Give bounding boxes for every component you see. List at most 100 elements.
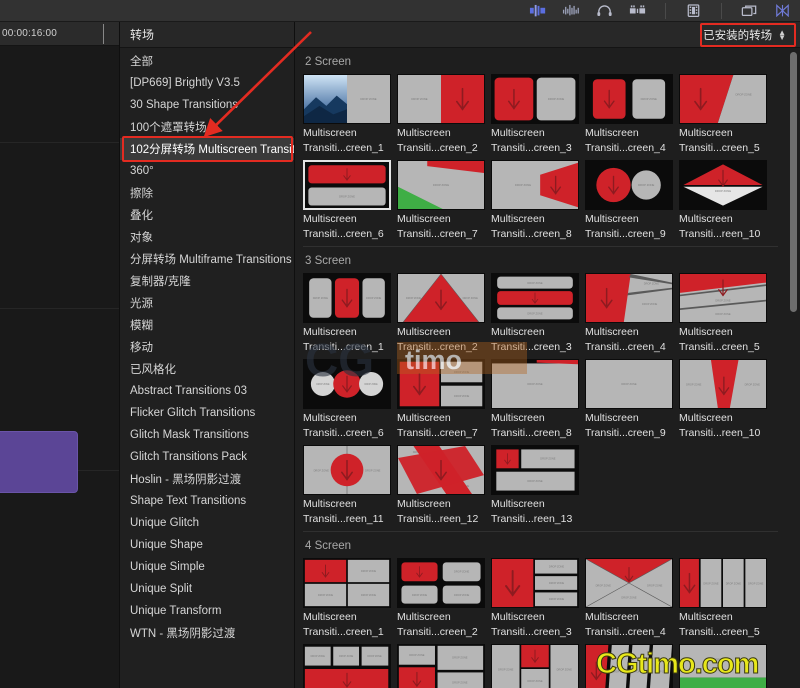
sidebar-item[interactable]: 全部	[120, 50, 294, 72]
transition-item[interactable]: DROP ZONE DROP ZONE Multiscreen Transiti...…	[491, 445, 579, 525]
transition-thumbnail[interactable]: DROP ZONE DROP ZONE DROP ZONE	[585, 644, 673, 688]
sidebar-item[interactable]: WTN - 黑场阴影过渡	[120, 622, 294, 644]
transition-item[interactable]: DROP ZONE DROP ZONEDROP ZONEMultiscreenT…	[397, 644, 485, 688]
transition-thumbnail[interactable]: DROP ZONE	[491, 359, 579, 409]
installed-transitions-dropdown[interactable]: 已安装的转场 ▲ ▼	[695, 25, 790, 45]
sidebar-item[interactable]: Flicker Glitch Transitions	[120, 402, 294, 424]
transition-item[interactable]: DROP ZONE Multiscreen Transiti...creen_2	[397, 74, 485, 154]
transition-item[interactable]: DROP ZONE DROP ZONE Multiscreen Transiti...…	[397, 359, 485, 439]
sidebar-item[interactable]: Shape Text Transitions	[120, 490, 294, 512]
sidebar-item[interactable]: 光源	[120, 292, 294, 314]
audio-waveform-icon[interactable]	[562, 3, 581, 19]
transition-thumbnail[interactable]: DROP ZONE DROP ZONE DROP ZONE	[397, 558, 485, 608]
transition-thumbnail[interactable]: DROP ZONE	[679, 644, 767, 688]
audio-meters-icon[interactable]	[529, 3, 548, 19]
transition-thumbnail[interactable]: DROP ZONE DROP ZONE	[303, 359, 391, 409]
sidebar-item[interactable]: Unique Simple	[120, 556, 294, 578]
sidebar-item[interactable]: 360°	[120, 160, 294, 182]
transition-thumbnail[interactable]: DROP ZONE	[679, 74, 767, 124]
transition-thumbnail[interactable]: DROP ZONE DROP ZONE	[303, 273, 391, 323]
scrollbar-thumb[interactable]	[790, 52, 797, 312]
sidebar-item[interactable]: Glitch Transitions Pack	[120, 446, 294, 468]
sidebar-item[interactable]: Unique Shape	[120, 534, 294, 556]
transition-item[interactable]: DROP ZONEDROP ZONEDROP ZONEMultiscreenTr…	[303, 558, 391, 638]
transition-item[interactable]: DROP ZONE Multiscreen Transiti...creen_5	[679, 74, 767, 154]
transition-thumbnail[interactable]: DROP ZONE	[397, 160, 485, 210]
sidebar-item[interactable]: 复制器/克隆	[120, 270, 294, 292]
transition-item[interactable]: DROP ZONE Multiscreen Transiti...reen_10	[679, 160, 767, 240]
sidebar-item[interactable]: Glitch Mask Transitions	[120, 424, 294, 446]
transition-item[interactable]: DROP ZONE DROP ZONE Multiscreen Transiti..…	[303, 273, 391, 353]
transition-thumbnail[interactable]: DROP ZONEDROP ZONE	[397, 273, 485, 323]
transition-thumbnail[interactable]: DROP ZONE	[491, 74, 579, 124]
transition-item[interactable]: DROP ZONE Multiscreen Transiti...creen_6	[303, 160, 391, 240]
transition-thumbnail[interactable]: DROP ZONE DROP ZONE DROP ZONE	[679, 558, 767, 608]
transition-item[interactable]: DROP ZONEDROP ZONEDROP ZONEMultiscreenTr…	[585, 644, 673, 688]
filmstrip-icon[interactable]	[684, 3, 703, 19]
transition-item[interactable]: DROP ZONE DROP ZONEDROP ZONEMultiscreenT…	[491, 644, 579, 688]
sidebar-item[interactable]: 移动	[120, 336, 294, 358]
transition-item[interactable]: DROP ZONEDROP ZONEDROP ZONE MultiscreenT…	[585, 558, 673, 638]
transition-item[interactable]: DROP ZONEDROP ZONEDROP ZONEMultiscreenTr…	[397, 558, 485, 638]
transition-thumbnail[interactable]: DROP ZONE DROP ZONE	[491, 273, 579, 323]
sidebar-item[interactable]: Unique Split	[120, 578, 294, 600]
transition-item[interactable]: DROP ZONE DROP ZONE Multiscreen Transiti..…	[491, 273, 579, 353]
transition-thumbnail[interactable]: DROP ZONEDROP ZONE	[585, 273, 673, 323]
transition-thumbnail[interactable]: DROP ZONE	[303, 160, 391, 210]
transition-item[interactable]: DROP ZONEDROP ZONE MultiscreenTransiti..…	[585, 273, 673, 353]
transition-item[interactable]: DROP ZONEDROP ZONE MultiscreenTransiti..…	[397, 273, 485, 353]
transition-item[interactable]: DROP ZONE Multiscreen Transiti...creen_8	[491, 359, 579, 439]
browser-scrollbar[interactable]	[790, 52, 797, 662]
transition-item[interactable]: DROP ZONE Multiscreen Transiti...creen_9	[585, 359, 673, 439]
headphones-icon[interactable]	[595, 3, 614, 19]
sidebar-item[interactable]: 对象	[120, 226, 294, 248]
transition-thumbnail[interactable]: DROP ZONE	[585, 74, 673, 124]
sidebar-item[interactable]: 30 Shape Transitions	[120, 94, 294, 116]
transition-thumbnail[interactable]: DROP ZONE DROP ZONE DROP ZONE	[303, 644, 391, 688]
transition-item[interactable]: DROP ZONEDROP ZONEDROP ZONEMultiscreenTr…	[491, 558, 579, 638]
sidebar-item[interactable]: 100个遮罩转场	[120, 116, 294, 138]
transition-thumbnail[interactable]: DROP ZONEDROP ZONE	[397, 445, 485, 495]
transition-thumbnail[interactable]: DROP ZONE	[679, 160, 767, 210]
transition-item[interactable]: DROP ZONE Multiscreen Transiti...creen_7	[397, 160, 485, 240]
transition-item[interactable]: DROP ZONE Multiscreen Transiti...creen_1	[303, 74, 391, 154]
transition-thumbnail[interactable]: DROP ZONEDROP ZONE	[491, 445, 579, 495]
transition-thumbnail[interactable]: DROP ZONEDROP ZONE	[679, 359, 767, 409]
transition-thumbnail[interactable]: DROP ZONE DROP ZONE DROP ZONE	[397, 644, 485, 688]
transitions-icon[interactable]	[773, 3, 792, 19]
transition-thumbnail[interactable]: DROP ZONEDROP ZONE	[397, 359, 485, 409]
transition-thumbnail[interactable]: DROP ZONE	[397, 74, 485, 124]
transition-item[interactable]: DROP ZONEDROP ZONEDROP ZONE MultiscreenT…	[303, 644, 391, 688]
transition-thumbnail[interactable]: DROP ZONE DROP ZONE DROP ZONE	[491, 558, 579, 608]
transition-thumbnail[interactable]: DROP ZONEDROP ZONE	[303, 445, 391, 495]
video-scopes-icon[interactable]	[628, 3, 647, 19]
transition-item[interactable]: DROP ZONEDROP ZONE MultiscreenTransiti..…	[679, 273, 767, 353]
transition-item[interactable]: DROP ZONE Multiscreen Transiti...creen_9	[585, 160, 673, 240]
transition-thumbnail[interactable]: DROP ZONEDROP ZONE	[679, 273, 767, 323]
transition-item[interactable]: DROP ZONE DROP ZONE Multiscreen Transiti..…	[303, 359, 391, 439]
transition-item[interactable]: DROP ZONEDROP ZONE MultiscreenTransiti..…	[303, 445, 391, 525]
sidebar-item[interactable]: 擦除	[120, 182, 294, 204]
transition-item[interactable]: DROP ZONEDROP ZONEDROP ZONEMultiscreenTr…	[679, 558, 767, 638]
transition-thumbnail[interactable]: DROP ZONE	[491, 160, 579, 210]
transition-item[interactable]: DROP ZONE Multiscreen Transiti...creen_8	[491, 160, 579, 240]
transition-item[interactable]: DROP ZONEDROP ZONE MultiscreenTransiti..…	[679, 359, 767, 439]
windows-icon[interactable]	[740, 3, 759, 19]
playhead[interactable]	[103, 24, 104, 44]
transition-item[interactable]: DROP ZONEDROP ZONE MultiscreenTransiti..…	[397, 445, 485, 525]
sidebar-item[interactable]: 模糊	[120, 314, 294, 336]
sidebar-item[interactable]: Abstract Transitions 03	[120, 380, 294, 402]
sidebar-item[interactable]: 叠化	[120, 204, 294, 226]
sidebar-item[interactable]: 102分屏转场 Multiscreen Transiti...	[120, 138, 294, 160]
sidebar-item[interactable]: 已风格化	[120, 358, 294, 380]
transition-thumbnail[interactable]: DROP ZONE DROP ZONE DROP ZONE	[491, 644, 579, 688]
sidebar-item[interactable]: Hoslin - 黑场阴影过渡	[120, 468, 294, 490]
transition-item[interactable]: DROP ZONE Multiscreen Transiti...creen_3	[491, 74, 579, 154]
sidebar-item[interactable]: Unique Transform	[120, 600, 294, 622]
transition-item[interactable]: DROP ZONEMultiscreenTransiti...reen_10	[679, 644, 767, 688]
sidebar-item[interactable]: [DP669] Brightly V3.5	[120, 72, 294, 94]
transition-thumbnail[interactable]: DROP ZONE DROP ZONE DROP ZONE	[303, 558, 391, 608]
timeline-ruler[interactable]: 00:00:16:00	[0, 22, 120, 46]
sidebar-item[interactable]: 分屏转场 Multiframe Transitions	[120, 248, 294, 270]
browser-scroll-area[interactable]: 2 Screen DROP ZONE Multiscreen Transiti...…	[295, 48, 800, 688]
